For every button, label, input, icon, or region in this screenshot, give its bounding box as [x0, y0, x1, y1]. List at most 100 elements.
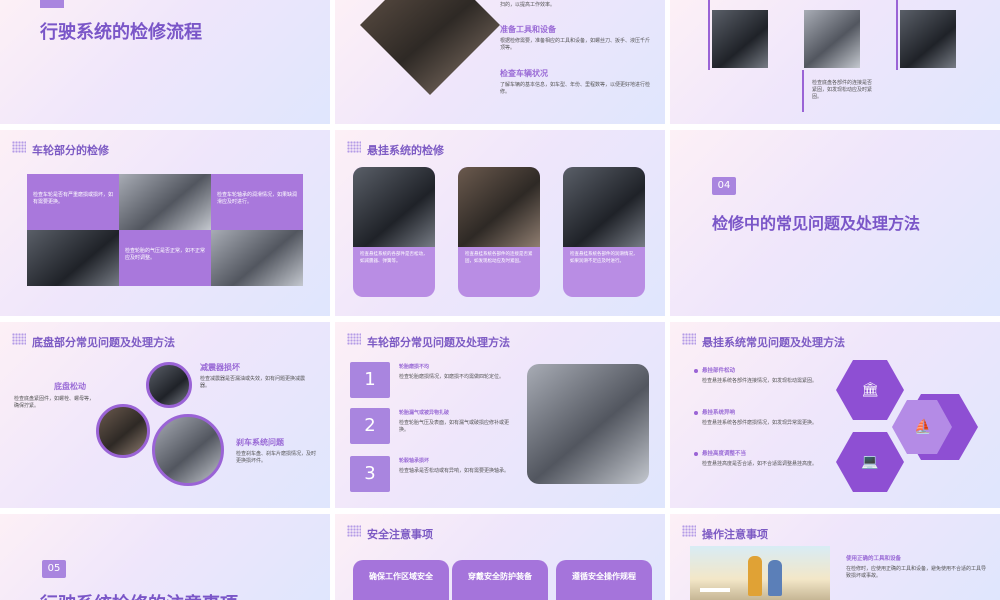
dots-icon [347, 333, 361, 345]
intro-text: 扫的，以提高工作效率。 [500, 2, 556, 8]
text-block-3: 检查轮胎的气压是否正常，如不正常应及时调整。 [119, 230, 211, 286]
slide-title: 安全注意事项 [367, 528, 433, 541]
problem-text-shock: 检查减震器是否漏油或失效，如有问题更换减震器。 [200, 376, 306, 389]
slide-title: 悬挂系统的检修 [367, 144, 444, 157]
suspension-card-1: 检查悬挂系统的各部件是否松动，如减震器、弹簧等。 [353, 167, 435, 297]
item-text: 检查轮胎磨损情况，如磨损不均需做四轮定位。 [399, 374, 505, 380]
bullet-dot [694, 369, 698, 373]
dots-icon [347, 525, 361, 537]
step-heading-tools: 准备工具和设备 [500, 25, 556, 34]
dots-icon [12, 141, 26, 153]
worker-figure [768, 560, 782, 596]
slide-4[interactable]: 车轮部分的检修 检查车轮是否有严重磨损或损坏，如有需要更换。 检查车轮轴承的润滑… [0, 130, 330, 316]
wheel-photo-3 [211, 230, 303, 286]
dots-icon [682, 525, 696, 537]
text-block-text: 检查轮胎的气压是否正常，如不正常应及时调整。 [125, 248, 206, 261]
item-text: 检查轮胎气压及表面，如有漏气或破损应修补或更换。 [399, 420, 510, 433]
slide-title: 操作注意事项 [702, 528, 768, 541]
problem-heading-brake: 刹车系统问题 [236, 438, 284, 447]
section-number-tab [40, 0, 64, 8]
slide-title: 悬挂系统常见问题及处理方法 [702, 336, 845, 349]
section-title: 行驶系统检修的注意事项 [40, 590, 238, 600]
slide-3[interactable]: 检查底盘各部件的连接是否紧固，如发现松动应及时紧固。 [670, 0, 1000, 124]
problem-text-brake: 检查刹车盘、刹车片磨损情况，及时更换损坏件。 [236, 451, 317, 464]
issue-text: 检查悬挂系统各部件连接情况，如发现松动需紧固。 [702, 378, 818, 384]
slide-6[interactable]: 04 检修中的常见问题及处理方法 [670, 130, 1000, 316]
section-number: 04 [712, 177, 736, 195]
chassis-photo [96, 404, 150, 458]
problem-heading-chassis: 底盘松动 [54, 382, 86, 391]
item-number: 3 [350, 456, 390, 492]
suspension-card-2: 检查悬挂系统各部件的连接是否紧固，如发现松动应及时紧固。 [458, 167, 540, 297]
bullet-dot [694, 411, 698, 415]
text-block-2: 检查车轮轴承的润滑情况，如果缺润滑应及时进行。 [211, 174, 303, 230]
worker-figure [748, 556, 762, 596]
issue-text: 检查悬挂高度是否合适，如不合适需调整悬挂高度。 [702, 461, 818, 467]
problem-text-chassis: 检查底盘紧固件，如螺栓、螺母等，确保拧紧。 [14, 396, 95, 409]
suspension-photo [563, 167, 645, 247]
mechanic-photo [360, 0, 500, 95]
bank-icon: 🏛 [861, 382, 879, 398]
issue-text: 检查悬挂系统各部件磨损情况，如发现异常需更换。 [702, 420, 818, 426]
note-text: 在检修时，应使用正确的工具和设备，避免使用不合适的工具导致损坏或事故。 [846, 566, 987, 579]
slide-1[interactable]: 行驶系统的检修流程 [0, 0, 330, 124]
slide-9[interactable]: 悬挂系统常见问题及处理方法 悬挂部件松动 检查悬挂系统各部件连接情况，如发现松动… [670, 322, 1000, 508]
slide-title: 底盘部分常见问题及处理方法 [32, 336, 175, 349]
item-heading: 轮毂轴承损坏 [399, 458, 430, 464]
slide-2[interactable]: 扫的，以提高工作效率。 准备工具和设备 根据检修需要，准备相应的工具和设备，如螺… [335, 0, 665, 124]
road-stripe [700, 588, 730, 592]
item-number: 2 [350, 408, 390, 444]
step-text-vehicle: 了解车辆的基本信息，如车型、年份、里程数等，以便更好地进行检修。 [500, 82, 651, 95]
slide-5[interactable]: 悬挂系统的检修 检查悬挂系统的各部件是否松动，如减震器、弹簧等。 检查悬挂系统各… [335, 130, 665, 316]
card-text: 检查悬挂系统各部件的润滑情况，如果润滑不足应及时进行。 [570, 252, 638, 264]
note-heading: 使用正确的工具和设备 [846, 556, 902, 562]
dots-icon [347, 141, 361, 153]
slide-12[interactable]: 操作注意事项 使用正确的工具和设备 在检修时，应使用正确的工具和设备，避免使用不… [670, 514, 1000, 600]
text-block-text: 检查车轮是否有严重磨损或损坏，如有需要更换。 [33, 192, 114, 205]
safety-pill-area: 确保工作区域安全 [353, 560, 449, 600]
issue-heading: 悬挂部件松动 [702, 368, 736, 374]
suspension-card-3: 检查悬挂系统各部件的润滑情况，如果润滑不足应及时进行。 [563, 167, 645, 297]
brake-disc-photo [152, 414, 224, 486]
bullet-dot [694, 452, 698, 456]
safety-pill-gear: 穿戴安全防护装备 [452, 560, 548, 600]
photo-caption: 检查底盘各部件的连接是否紧固，如发现松动应及时紧固。 [812, 80, 873, 100]
dots-icon [12, 333, 26, 345]
slide-8[interactable]: 车轮部分常见问题及处理方法 1 轮胎磨损不均 检查轮胎磨损情况，如磨损不均需做四… [335, 322, 665, 508]
item-heading: 轮胎漏气或被异物扎破 [399, 410, 450, 416]
text-block-text: 检查车轮轴承的润滑情况，如果缺润滑应及时进行。 [217, 192, 298, 205]
slide-title: 车轮部分常见问题及处理方法 [367, 336, 510, 349]
divider-line [708, 0, 710, 70]
step-heading-vehicle: 检查车辆状况 [500, 69, 548, 78]
divider-line [896, 0, 898, 70]
wheel-photo-2 [27, 230, 119, 286]
issue-heading: 悬挂高度调整不当 [702, 451, 747, 457]
tire-photo [527, 364, 649, 484]
card-text: 检查悬挂系统的各部件是否松动，如减震器、弹簧等。 [360, 252, 428, 264]
issue-heading: 悬挂系统异响 [702, 410, 736, 416]
worker-illustration [690, 546, 830, 600]
brake-photo-1 [712, 10, 768, 68]
section-number: 05 [42, 560, 66, 578]
item-text: 检查轴承是否松动或有异响，如有需要更换轴承。 [399, 468, 510, 474]
slide-title: 行驶系统的检修流程 [40, 22, 202, 43]
shock-absorber-photo [146, 362, 192, 408]
slide-7[interactable]: 底盘部分常见问题及处理方法 减震器损坏 检查减震器是否漏油或失效，如有问题更换减… [0, 322, 330, 508]
slide-title: 车轮部分的检修 [32, 144, 109, 157]
brake-photo-2 [804, 10, 860, 68]
section-title: 检修中的常见问题及处理方法 [712, 214, 921, 233]
suspension-photo [353, 167, 435, 247]
wheel-photo-1 [119, 174, 211, 230]
safety-pill-procedure: 遵循安全操作规程 [556, 560, 652, 600]
sailboat-icon: ⛵ [914, 419, 932, 435]
suspension-photo [458, 167, 540, 247]
text-block-1: 检查车轮是否有严重磨损或损坏，如有需要更换。 [27, 174, 119, 230]
card-text: 检查悬挂系统各部件的连接是否紧固，如发现松动应及时紧固。 [465, 252, 533, 264]
item-heading: 轮胎磨损不均 [399, 364, 430, 370]
slide-11[interactable]: 安全注意事项 确保工作区域安全 穿戴安全防护装备 遵循安全操作规程 [335, 514, 665, 600]
divider-line [802, 70, 804, 112]
slide-10[interactable]: 05 行驶系统检修的注意事项 [0, 514, 330, 600]
brake-photo-3 [900, 10, 956, 68]
laptop-icon: 💻 [861, 454, 879, 470]
dots-icon [682, 333, 696, 345]
